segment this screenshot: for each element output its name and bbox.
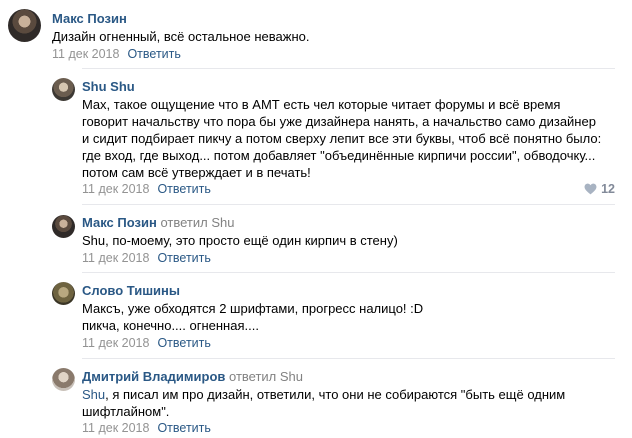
like-button[interactable]: 12 (584, 182, 615, 196)
divider (82, 272, 615, 273)
comment-author: Макс Позин ответил Shu (82, 215, 234, 230)
comment-date[interactable]: 11 дек 2018 (82, 421, 149, 435)
reply-button[interactable]: Ответить (157, 336, 210, 350)
comment-meta: 11 дек 2018 Ответить (52, 47, 181, 61)
comment-text: Shu, по-моему, это просто ещё один кирпи… (82, 233, 398, 248)
comment-meta: 11 дек 2018 Ответить (82, 251, 211, 265)
avatar[interactable] (52, 78, 75, 101)
author-name[interactable]: Дмитрий Владимиров (82, 369, 225, 384)
comment-author: Дмитрий Владимиров ответил Shu (82, 369, 303, 384)
comment-text: Дизайн огненный, всё остальное неважно. (52, 29, 310, 44)
divider (82, 358, 615, 359)
comment-date[interactable]: 11 дек 2018 (82, 336, 149, 350)
comment-date[interactable]: 11 дек 2018 (82, 251, 149, 265)
comment-author[interactable]: Shu Shu (82, 79, 135, 94)
comment-text: Максъ, уже обходятся 2 шрифтами, прогрес… (82, 301, 424, 333)
author-name[interactable]: Макс Позин (82, 215, 157, 230)
divider (82, 68, 615, 69)
reply-button[interactable]: Ответить (157, 251, 210, 265)
avatar[interactable] (52, 368, 75, 391)
comment-meta: 11 дек 2018 Ответить (82, 182, 211, 196)
divider (82, 204, 615, 205)
replied-to[interactable]: Shu (211, 215, 234, 230)
avatar[interactable] (8, 9, 41, 42)
comment-meta: 11 дек 2018 Ответить (82, 336, 211, 350)
reply-button[interactable]: Ответить (127, 47, 180, 61)
reply-button[interactable]: Ответить (157, 421, 210, 435)
reply-button[interactable]: Ответить (157, 182, 210, 196)
replied-to[interactable]: Shu (280, 369, 303, 384)
avatar[interactable] (52, 282, 75, 305)
replied-label: ответил (160, 215, 208, 230)
comment-body: , я писал им про дизайн, ответили, что о… (82, 387, 566, 419)
avatar[interactable] (52, 215, 75, 238)
comment-date[interactable]: 11 дек 2018 (52, 47, 119, 61)
comment-text: Max, такое ощущение что в АМТ есть чел к… (82, 97, 602, 180)
replied-label: ответил (229, 369, 277, 384)
comment-author[interactable]: Слово Тишины (82, 283, 180, 298)
comment-text: Shu, я писал им про дизайн, ответили, чт… (82, 386, 565, 420)
heart-icon (584, 183, 597, 195)
mention-link[interactable]: Shu (82, 387, 105, 402)
comment-author[interactable]: Макс Позин (52, 11, 127, 26)
comment-date[interactable]: 11 дек 2018 (82, 182, 149, 196)
like-count: 12 (601, 182, 615, 196)
comment-meta: 11 дек 2018 Ответить (82, 421, 211, 435)
